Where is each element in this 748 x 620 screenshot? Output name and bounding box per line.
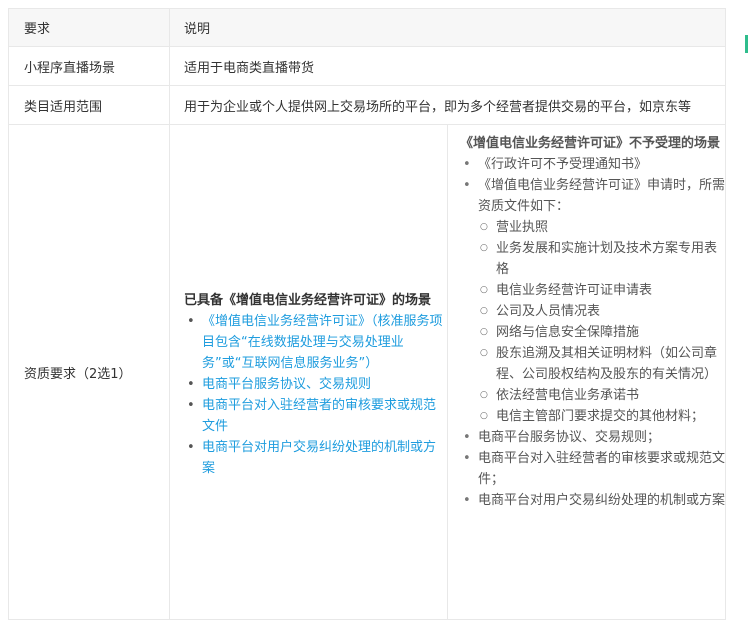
row-value-category: 用于为企业或个人提供网上交易场所的平台，即为多个经营者提供交易的平台，如京东等 [169,85,726,125]
list-item: 公司及人员情况表 [478,301,725,322]
table-row: 类目适用范围 用于为企业或个人提供网上交易场所的平台，即为多个经营者提供交易的平… [8,85,726,125]
list-item: 营业执照 [478,217,725,238]
licensed-list: 《增值电信业务经营许可证》（核准服务项目包含“在线数据处理与交易处理业务”或“互… [184,311,447,479]
list-item: 《行政许可不予受理通知书》 [460,154,725,175]
row-label-qualification: 资质要求（2选1） [8,124,170,620]
list-item[interactable]: 电商平台对用户交易纠纷处理的机制或方案 [184,437,447,479]
list-item[interactable]: 《增值电信业务经营许可证》（核准服务项目包含“在线数据处理与交易处理业务”或“互… [184,311,447,374]
row-value-scene: 适用于电商类直播带货 [169,46,726,86]
rejected-list: 《行政许可不予受理通知书》 《增值电信业务经营许可证》申请时，所需资质文件如下：… [460,154,725,511]
licensed-title: 已具备《增值电信业务经营许可证》的场景 [184,293,432,308]
header-requirement: 要求 [8,8,170,47]
qualification-table: 要求 说明 小程序直播场景 适用于电商类直播带货 类目适用范围 用于为企业或个人… [8,8,726,620]
qualification-licensed-cell: 已具备《增值电信业务经营许可证》的场景 《增值电信业务经营许可证》（核准服务项目… [169,124,448,620]
row-label-category: 类目适用范围 [8,85,170,125]
list-item: 《增值电信业务经营许可证》申请时，所需资质文件如下： 营业执照 业务发展和实施计… [460,175,725,427]
table-row: 资质要求（2选1） 已具备《增值电信业务经营许可证》的场景 《增值电信业务经营许… [8,124,726,620]
list-item[interactable]: 电商平台对入驻经营者的审核要求或规范文件 [184,395,447,437]
rejected-title: 《增值电信业务经营许可证》不予受理的场景 [460,136,721,151]
list-item[interactable]: 电商平台服务协议、交易规则 [184,374,447,395]
list-item: 网络与信息安全保障措施 [478,322,725,343]
list-item: 电信业务经营许可证申请表 [478,280,725,301]
list-item: 电信主管部门要求提交的其他材料； [478,406,725,427]
row-label-scene: 小程序直播场景 [8,46,170,86]
list-item: 电商平台对入驻经营者的审核要求或规范文件； [460,448,725,490]
required-docs-list: 营业执照 业务发展和实施计划及技术方案专用表格 电信业务经营许可证申请表 公司及… [478,217,725,427]
list-item: 股东追溯及其相关证明材料（如公司章程、公司股权结构及股东的有关情况） [478,343,725,385]
list-item: 依法经营电信业务承诺书 [478,385,725,406]
list-item: 业务发展和实施计划及技术方案专用表格 [478,238,725,280]
header-description: 说明 [169,8,726,47]
table-row: 小程序直播场景 适用于电商类直播带货 [8,46,726,86]
qualification-rejected-cell: 《增值电信业务经营许可证》不予受理的场景 《行政许可不予受理通知书》 《增值电信… [447,124,726,620]
list-item: 电商平台服务协议、交易规则； [460,427,725,448]
table-header-row: 要求 说明 [8,8,726,47]
list-item: 电商平台对用户交易纠纷处理的机制或方案 [460,490,725,511]
